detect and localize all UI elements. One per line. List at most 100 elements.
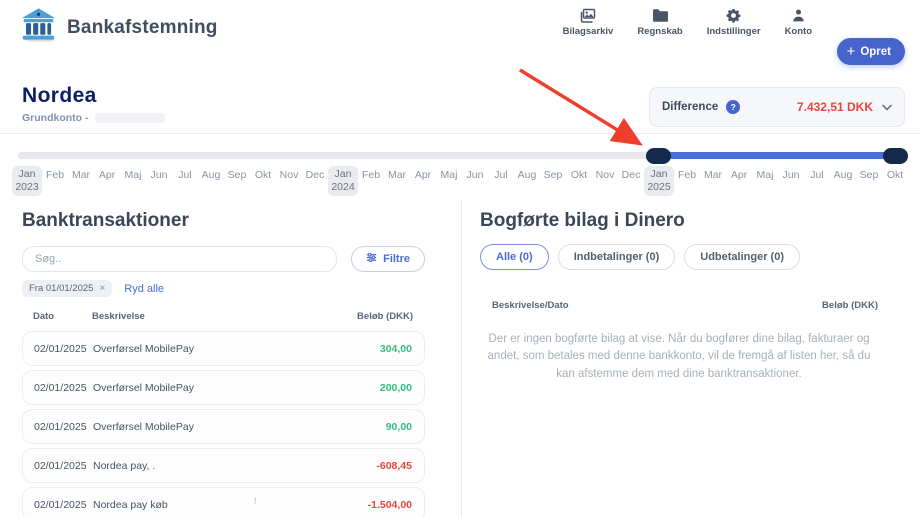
transaction-date: 02/01/2025	[34, 382, 84, 394]
timeline-month[interactable]: Apr	[726, 166, 752, 196]
transaction-row[interactable]: 02/01/2025 Overførsel MobilePay 90,00	[22, 409, 425, 444]
divider	[0, 133, 920, 134]
clear-all-link[interactable]: Ryd alle	[124, 283, 164, 295]
folder-icon	[652, 8, 668, 23]
booked-tab[interactable]: Alle (0)	[480, 244, 549, 270]
timeline-month[interactable]: Jan 2023	[12, 166, 42, 196]
timeline-month[interactable]: Mar	[384, 166, 410, 196]
timeline-month[interactable]: Sep	[540, 166, 566, 196]
nav-label: Indstillinger	[707, 26, 761, 37]
month-year: 2024	[328, 181, 358, 194]
timeline-month[interactable]: Okt	[250, 166, 276, 196]
booked-tabs: Alle (0) Indbetalinger (0) Udbetalinger …	[480, 244, 878, 270]
difference-panel[interactable]: Difference ? 7.432,51 DKK	[649, 87, 905, 127]
account-info: Nordea Grundkonto -	[22, 84, 165, 124]
remove-filter-icon[interactable]: ×	[99, 284, 105, 294]
transaction-row[interactable]: 02/01/2025 Nordea pay køb ! -1.504,00	[22, 487, 425, 517]
transaction-description: Nordea pay køb !	[93, 499, 317, 511]
bank-reconciliation-page: Bankafstemning Bilagsarkiv	[0, 0, 920, 517]
transaction-date: 02/01/2025	[34, 460, 84, 472]
month-label: Jul	[494, 169, 507, 181]
month-label: Nov	[596, 169, 615, 181]
timeline-slider-selected-range	[658, 152, 895, 159]
timeline-month[interactable]: Feb	[42, 166, 68, 196]
transaction-amount: 304,00	[326, 343, 412, 355]
chevron-down-icon[interactable]	[882, 98, 892, 116]
column-header-description-date: Beskrivelse/Dato	[492, 300, 569, 311]
transaction-row[interactable]: 02/01/2025 Overførsel MobilePay 304,00	[22, 331, 425, 366]
timeline-month[interactable]: Jul	[804, 166, 830, 196]
empty-state-message: Der er ingen bogførte bilag at vise. Når…	[480, 331, 878, 383]
column-header-date: Dato	[33, 311, 83, 322]
month-label: Okt	[255, 169, 271, 181]
month-label: Aug	[202, 169, 221, 181]
filter-chip-label: Fra 01/01/2025	[29, 283, 93, 294]
transaction-note: !	[254, 497, 256, 506]
timeline-month[interactable]: Jul	[488, 166, 514, 196]
timeline-month[interactable]: Jul	[172, 166, 198, 196]
timeline-month-labels: Jan 2023 Feb Mar Apr Maj	[12, 166, 908, 196]
timeline-month[interactable]: Aug	[514, 166, 540, 196]
timeline-month[interactable]: Feb	[674, 166, 700, 196]
timeline-month[interactable]: Apr	[410, 166, 436, 196]
timeline-month[interactable]: Aug	[830, 166, 856, 196]
booked-tab[interactable]: Indbetalinger (0)	[558, 244, 676, 270]
user-icon	[791, 8, 806, 23]
nav-item-bilagsarkiv[interactable]: Bilagsarkiv	[563, 8, 614, 37]
app-brand: Bankafstemning	[20, 8, 218, 47]
create-button[interactable]: + Opret	[837, 38, 905, 65]
nav-label: Bilagsarkiv	[563, 26, 614, 37]
booked-vouchers-panel: Bogførte bilag i Dinero Alle (0) Indbeta…	[461, 200, 920, 517]
month-label: Feb	[46, 169, 64, 181]
timeline-month[interactable]: Sep	[856, 166, 882, 196]
difference-amount: 7.432,51 DKK	[797, 100, 873, 114]
nav-label: Konto	[785, 26, 812, 37]
month-label: Jun	[151, 169, 168, 181]
timeline-month[interactable]: Aug	[198, 166, 224, 196]
timeline-month[interactable]: Jun	[146, 166, 172, 196]
timeline-month[interactable]: Jun	[462, 166, 488, 196]
timeline-month[interactable]: Dec	[302, 166, 328, 196]
month-label: Maj	[125, 169, 142, 181]
timeline-month[interactable]: Dec	[618, 166, 644, 196]
timeline-month[interactable]: Apr	[94, 166, 120, 196]
timeline-month[interactable]: Mar	[68, 166, 94, 196]
booked-tab[interactable]: Udbetalinger (0)	[684, 244, 800, 270]
search-input[interactable]	[22, 246, 337, 272]
timeline-month[interactable]: Okt	[882, 166, 908, 196]
filter-button-label: Filtre	[383, 253, 410, 265]
timeline-month[interactable]: Feb	[358, 166, 384, 196]
column-header-description: Beskrivelse	[92, 311, 318, 322]
transaction-row[interactable]: 02/01/2025 Nordea pay, . -608,45	[22, 448, 425, 483]
month-label: Jan	[335, 168, 352, 180]
slider-handle-start[interactable]	[646, 148, 671, 164]
timeline-month[interactable]: Nov	[592, 166, 618, 196]
timeline-month[interactable]: Maj	[436, 166, 462, 196]
timeline-month[interactable]: Jan 2024	[328, 166, 358, 196]
timeline-month[interactable]: Maj	[120, 166, 146, 196]
timeline-month[interactable]: Sep	[224, 166, 250, 196]
timeline-month[interactable]: Nov	[276, 166, 302, 196]
month-year: 2025	[644, 181, 674, 194]
month-label: Sep	[544, 169, 563, 181]
timeline-month[interactable]: Jan 2025	[644, 166, 674, 196]
nav-item-konto[interactable]: Konto	[785, 8, 812, 37]
timeline-month[interactable]: Jun	[778, 166, 804, 196]
transaction-row[interactable]: 02/01/2025 Overførsel MobilePay 200,00	[22, 370, 425, 405]
help-icon[interactable]: ?	[726, 100, 740, 114]
filter-button[interactable]: Filtre	[351, 246, 425, 272]
create-button-label: Opret	[860, 46, 891, 58]
month-label: Sep	[228, 169, 247, 181]
nav-item-indstillinger[interactable]: Indstillinger	[707, 8, 761, 37]
archive-icon	[580, 8, 596, 23]
slider-handle-end[interactable]	[883, 148, 908, 164]
bank-building-icon	[20, 8, 57, 47]
timeline-month[interactable]: Mar	[700, 166, 726, 196]
transaction-description: Overførsel MobilePay	[93, 382, 317, 394]
timeline-month[interactable]: Maj	[752, 166, 778, 196]
top-nav: Bilagsarkiv Regnskab Indstillinger	[563, 8, 812, 37]
nav-item-regnskab[interactable]: Regnskab	[637, 8, 682, 37]
top-bar: Bankafstemning Bilagsarkiv	[0, 0, 920, 56]
timeline-month[interactable]: Okt	[566, 166, 592, 196]
transaction-date: 02/01/2025	[34, 421, 84, 433]
